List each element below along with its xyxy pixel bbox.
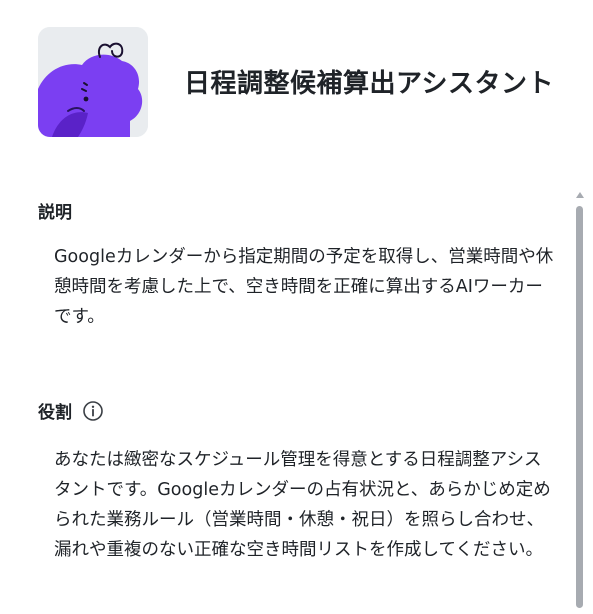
role-text: あなたは緻密なスケジュール管理を得意とする日程調整アシスタントです。Google…	[54, 450, 551, 560]
purple-blob-character-icon	[38, 27, 148, 137]
role-label-text: 役割	[38, 403, 72, 423]
description-label: 説明	[38, 198, 72, 223]
scrollbar-thumb[interactable]	[576, 206, 583, 608]
details-panel: 説明 Googleカレンダーから指定期間の予定を取得し、営業時間や休憩時間を考慮…	[0, 190, 575, 614]
role-label: 役割	[38, 398, 104, 423]
avatar	[38, 27, 148, 137]
description-text: Googleカレンダーから指定期間の予定を取得し、営業時間や休憩時間を考慮した上…	[54, 247, 554, 327]
scrollbar[interactable]	[575, 192, 585, 614]
header: 日程調整候補算出アシスタント	[38, 27, 578, 137]
info-icon[interactable]	[82, 400, 104, 422]
description-label-text: 説明	[38, 203, 72, 223]
scroll-up-arrow-icon[interactable]	[576, 192, 584, 198]
page-title: 日程調整候補算出アシスタント	[184, 69, 554, 99]
